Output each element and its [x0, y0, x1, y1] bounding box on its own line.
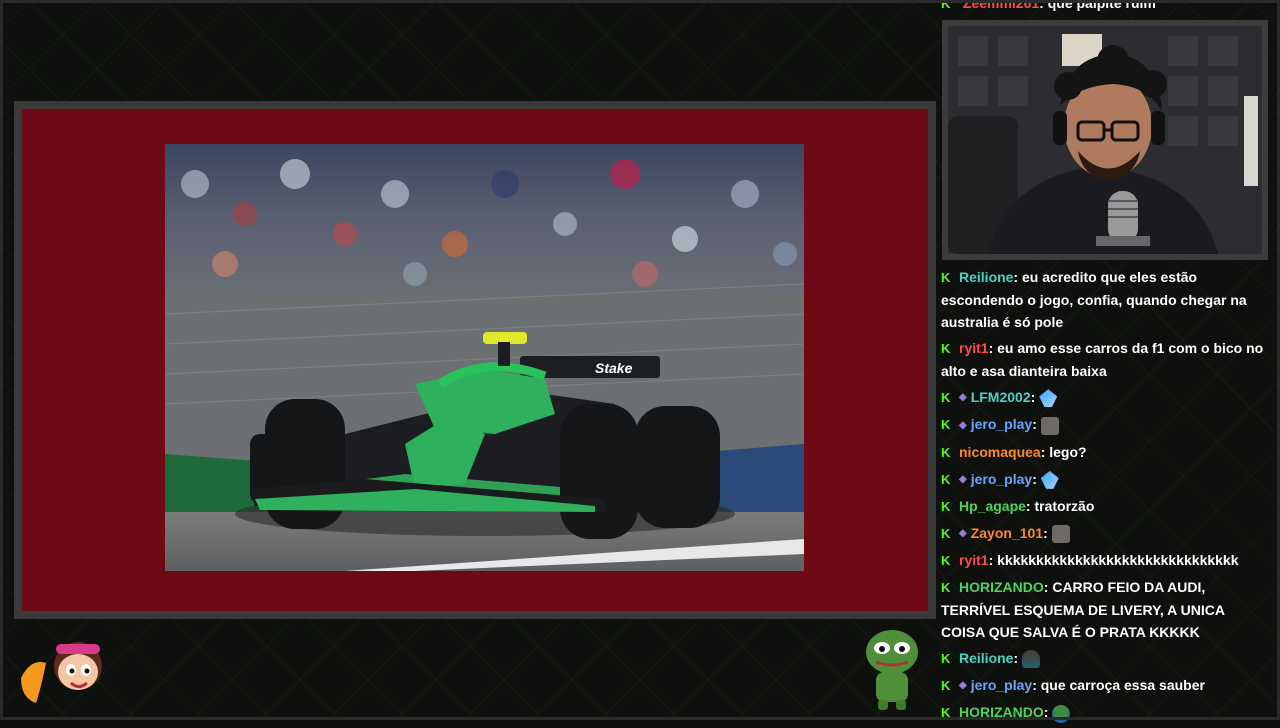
- emote-icon: [1022, 650, 1041, 669]
- chat-username[interactable]: ryit1: [959, 552, 989, 568]
- chat-message: K ◆ jero_play: que carroça essa sauber: [941, 674, 1271, 697]
- chat-username[interactable]: LFM2002: [971, 389, 1031, 405]
- chat-username[interactable]: Reilione: [959, 269, 1013, 285]
- chat-message: K ◆ Zayon_101:: [941, 522, 1271, 545]
- chat-text: :: [1030, 389, 1040, 405]
- kick-icon: K: [941, 270, 951, 285]
- chat-message: K Reilione: eu acredito que eles estão es…: [941, 266, 1271, 333]
- emote-icon: [1040, 470, 1059, 489]
- chat-username[interactable]: Zeemmi261: [963, 0, 1039, 11]
- kick-icon: K: [941, 705, 951, 721]
- chat-username[interactable]: HORIZANDO: [959, 579, 1044, 595]
- chat-message: K Reilione:: [941, 647, 1271, 670]
- kick-icon: K: [941, 444, 951, 460]
- chat-message: K HORIZANDO:: [941, 701, 1271, 724]
- sub-badge-icon: ◆: [959, 528, 967, 540]
- chat-message: Knicomaquea: lego?: [941, 441, 1271, 464]
- chat-username[interactable]: Zayon_101: [971, 525, 1043, 541]
- kick-icon: K: [941, 651, 951, 667]
- chat-text: : lego?: [1040, 443, 1087, 460]
- kick-icon: K: [941, 553, 951, 569]
- display-background: Stake: [22, 109, 928, 611]
- chat-username[interactable]: nicomaquea: [959, 444, 1041, 460]
- chat-text: : eu amo esse carros da f1 com o bico no…: [941, 340, 1264, 379]
- chat-message: K ◆ jero_play:: [941, 468, 1271, 491]
- kick-icon: K: [941, 580, 951, 596]
- kick-icon: K: [941, 0, 951, 11]
- chat-text: :: [1013, 650, 1023, 667]
- chat-message: Kryit1: kkkkkkkkkkkkkkkkkkkkkkkkkkkkkkk: [941, 549, 1271, 572]
- emote-icon: [1040, 416, 1059, 435]
- kick-icon: K: [941, 417, 951, 433]
- chat-panel: K Reilione: eu acredito que eles estão es…: [941, 266, 1271, 728]
- main-display: Stake: [14, 101, 936, 619]
- chat-text: : kkkkkkkkkkkkkkkkkkkkkkkkkkkkkkk: [988, 552, 1239, 569]
- chat-partial-message: K Zeemmi261: que palpite ruim: [941, 0, 1271, 12]
- f1-car-photo: Stake: [165, 144, 804, 571]
- sub-badge-icon: ◆: [959, 419, 967, 431]
- kick-icon: K: [941, 678, 951, 694]
- chat-username[interactable]: Reilione: [959, 650, 1013, 666]
- kick-icon: K: [941, 341, 951, 356]
- chat-text: :: [1032, 470, 1041, 487]
- kick-icon: K: [941, 390, 951, 405]
- kick-icon: K: [941, 525, 951, 541]
- chat-text: : tratorzão: [1025, 497, 1095, 514]
- svg-text:Stake: Stake: [595, 360, 633, 376]
- emote-icon: [1052, 704, 1071, 723]
- cartoon-sticker: [16, 628, 116, 708]
- kick-icon: K: [941, 471, 951, 487]
- chat-text: :: [1032, 416, 1041, 433]
- chat-username[interactable]: ryit1: [959, 340, 989, 356]
- chat-message: K ◆ jero_play:: [941, 413, 1271, 436]
- chat-username[interactable]: HORIZANDO: [959, 704, 1044, 720]
- chat-text: : que carroça essa sauber: [1032, 677, 1205, 694]
- chat-text: : que palpite ruim: [1039, 0, 1156, 11]
- pepe-sticker: [862, 626, 922, 712]
- chat-username[interactable]: jero_play: [971, 416, 1032, 432]
- chat-username[interactable]: jero_play: [971, 471, 1032, 487]
- chat-username[interactable]: Hp_agape: [959, 498, 1026, 514]
- sub-badge-icon: ◆: [959, 680, 967, 692]
- kick-icon: K: [941, 498, 951, 514]
- chat-text: :: [1043, 704, 1053, 721]
- chat-username[interactable]: jero_play: [971, 677, 1032, 693]
- chat-message: K HORIZANDO: CARRO FEIO DA AUDI, TERRÍVEL…: [941, 576, 1271, 643]
- chat-text: :: [1043, 524, 1052, 541]
- emote-icon: [1039, 389, 1058, 408]
- sub-badge-icon: ◆: [959, 392, 967, 404]
- sub-badge-icon: ◆: [959, 473, 967, 485]
- webcam-overlay: [942, 20, 1268, 260]
- chat-message: K Hp_agape: tratorzão: [941, 495, 1271, 518]
- emote-icon: [1051, 525, 1070, 544]
- chat-message: Kryit1: eu amo esse carros da f1 com o b…: [941, 337, 1271, 382]
- webcam-feed: [948, 26, 1262, 254]
- chat-message: K ◆ LFM2002:: [941, 386, 1271, 409]
